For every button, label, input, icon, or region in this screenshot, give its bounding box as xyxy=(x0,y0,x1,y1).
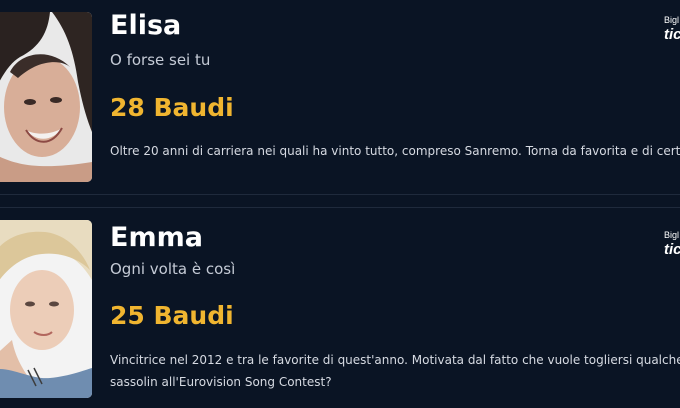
ticket-brand-logo: tic xyxy=(664,26,680,43)
artist-odds: 28 Baudi xyxy=(110,93,234,122)
artist-odds: 25 Baudi xyxy=(110,301,234,330)
artist-name: Elisa xyxy=(110,10,182,41)
artist-description: Oltre 20 anni di carriera nei quali ha v… xyxy=(110,144,680,158)
ticket-brand-logo: tic xyxy=(664,241,680,258)
divider xyxy=(0,194,680,195)
artist-photo[interactable] xyxy=(0,220,92,398)
artist-song: Ogni volta è così xyxy=(110,260,236,278)
artist-description: Vincitrice nel 2012 e tra le favorite di… xyxy=(110,353,680,389)
artist-card[interactable]: Emma Ogni volta è così 25 Baudi Vincitri… xyxy=(0,208,680,408)
artist-card[interactable]: Elisa O forse sei tu 28 Baudi Oltre 20 a… xyxy=(0,0,680,195)
artist-list: Elisa O forse sei tu 28 Baudi Oltre 20 a… xyxy=(0,0,680,408)
ticket-link[interactable]: Bigl tic xyxy=(664,230,680,259)
artist-song: O forse sei tu xyxy=(110,51,211,69)
ticket-link[interactable]: Bigl tic xyxy=(664,15,680,44)
artist-photo[interactable] xyxy=(0,12,92,182)
artist-name: Emma xyxy=(110,222,203,253)
ticket-label: Bigl xyxy=(664,15,680,25)
ticket-label: Bigl xyxy=(664,230,680,240)
